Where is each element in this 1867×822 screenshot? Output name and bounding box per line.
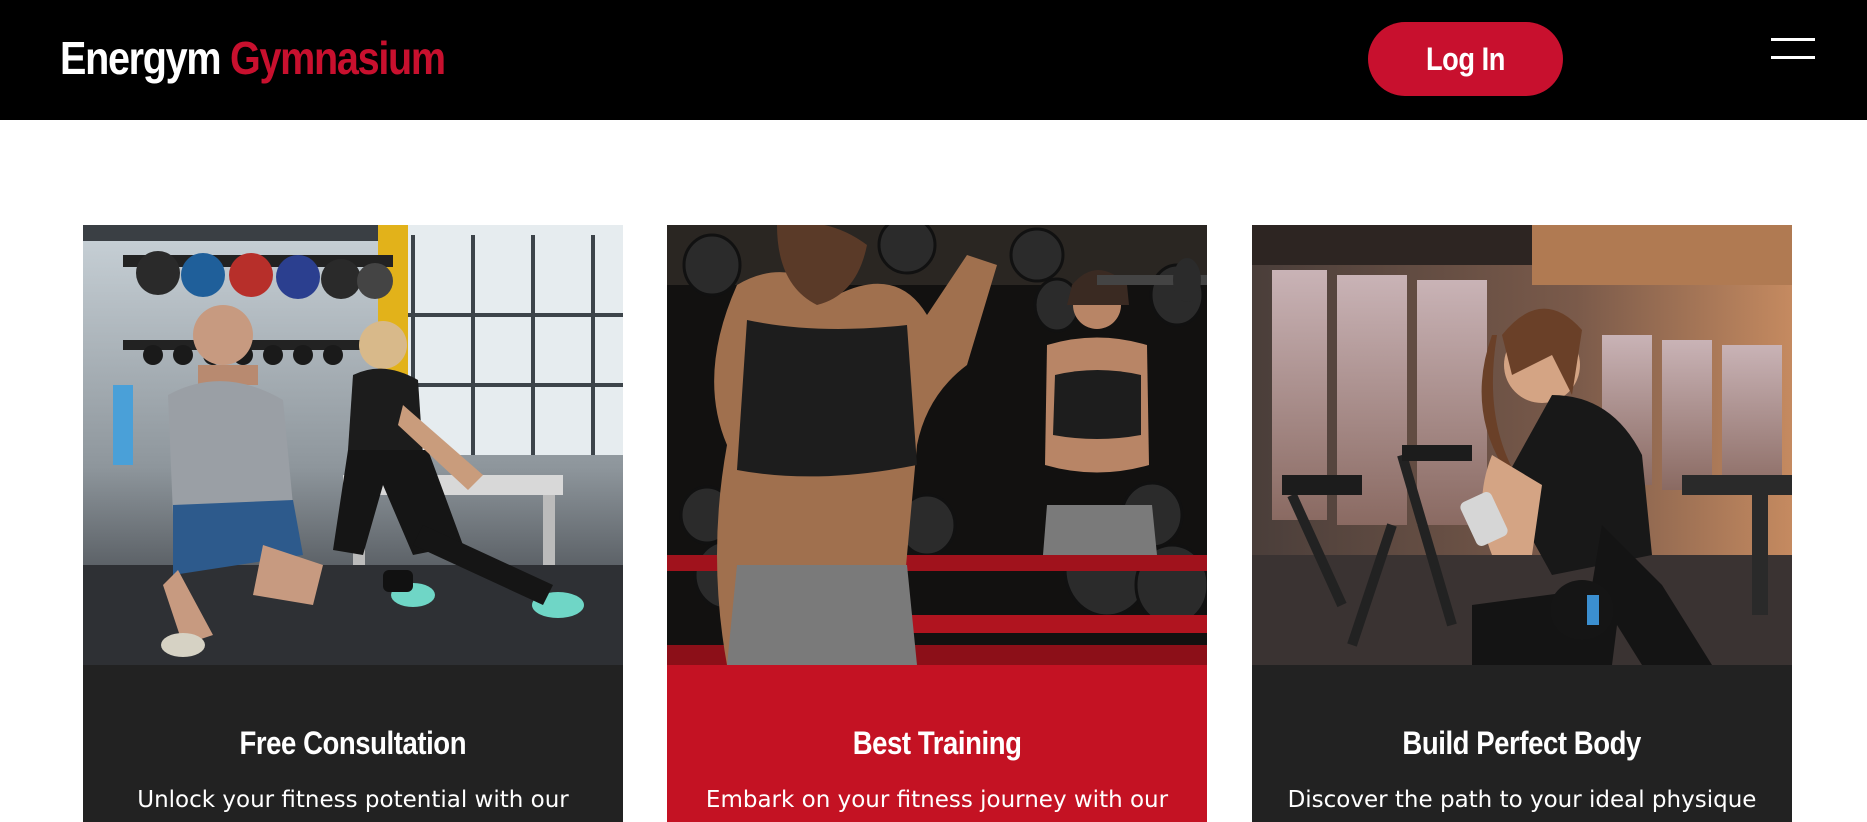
card-body: Free Consultation Unlock your fitness po… bbox=[83, 665, 623, 822]
card-description: Embark on your fitness journey with our bbox=[705, 787, 1169, 813]
woman-lifting-dumbbells-mirror-photo bbox=[667, 225, 1207, 665]
card-title: Free Consultation bbox=[239, 725, 467, 761]
service-card-training[interactable]: Best Training Embark on your fitness jou… bbox=[667, 225, 1207, 822]
brand-logo[interactable]: Energym Gymnasium bbox=[60, 28, 446, 88]
menu-bar-bottom bbox=[1771, 56, 1815, 59]
top-navbar: Energym Gymnasium Log In bbox=[0, 0, 1867, 120]
service-card-consultation[interactable]: Free Consultation Unlock your fitness po… bbox=[83, 225, 623, 822]
card-title: Build Perfect Body bbox=[1402, 725, 1642, 761]
card-description: Discover the path to your ideal physique bbox=[1287, 787, 1757, 813]
service-card-body[interactable]: Build Perfect Body Discover the path to … bbox=[1252, 225, 1792, 822]
card-description: Unlock your fitness potential with our bbox=[137, 787, 569, 813]
card-title: Best Training bbox=[852, 725, 1022, 761]
trainer-coaching-woman-photo bbox=[83, 225, 623, 665]
brand-name-accent: Gymnasium bbox=[229, 32, 446, 84]
woman-checking-phone-gym-photo bbox=[1252, 225, 1792, 665]
menu-bar-top bbox=[1771, 38, 1815, 41]
hamburger-menu-icon[interactable] bbox=[1766, 34, 1816, 64]
login-button-label: Log In bbox=[1425, 40, 1506, 77]
brand-name-primary: Energym bbox=[60, 32, 222, 84]
card-body: Build Perfect Body Discover the path to … bbox=[1252, 665, 1792, 822]
card-body: Best Training Embark on your fitness jou… bbox=[667, 665, 1207, 822]
login-button[interactable]: Log In bbox=[1368, 22, 1563, 96]
